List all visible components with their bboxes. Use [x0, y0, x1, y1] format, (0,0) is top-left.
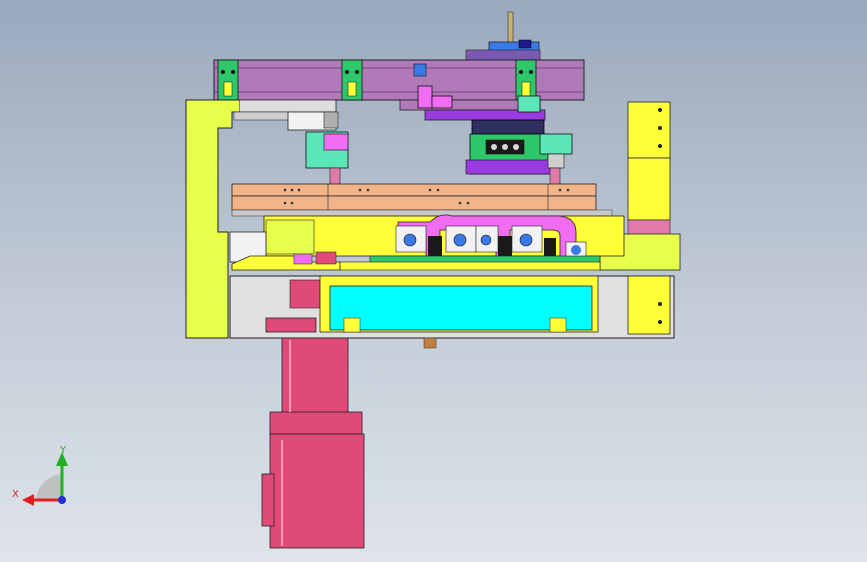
motor-gearbox — [269, 411, 363, 435]
top-rod — [507, 11, 514, 47]
cad-viewport[interactable]: Y X — [0, 0, 867, 562]
motor-upper — [281, 337, 349, 415]
center-head — [471, 119, 545, 135]
cad-model-drawing: Y X — [12, 11, 681, 549]
motor-flange — [265, 317, 317, 333]
right-yellow-column — [627, 101, 671, 159]
axis-y-label: Y — [59, 445, 67, 456]
salmon-plate-upper — [231, 183, 597, 197]
axis-triad — [22, 452, 68, 506]
teal-block-right — [539, 133, 573, 155]
salmon-plate-lower — [231, 195, 597, 211]
motor-terminal-box — [261, 473, 275, 527]
axis-x-label: X — [12, 489, 19, 500]
motor-body — [269, 433, 365, 549]
